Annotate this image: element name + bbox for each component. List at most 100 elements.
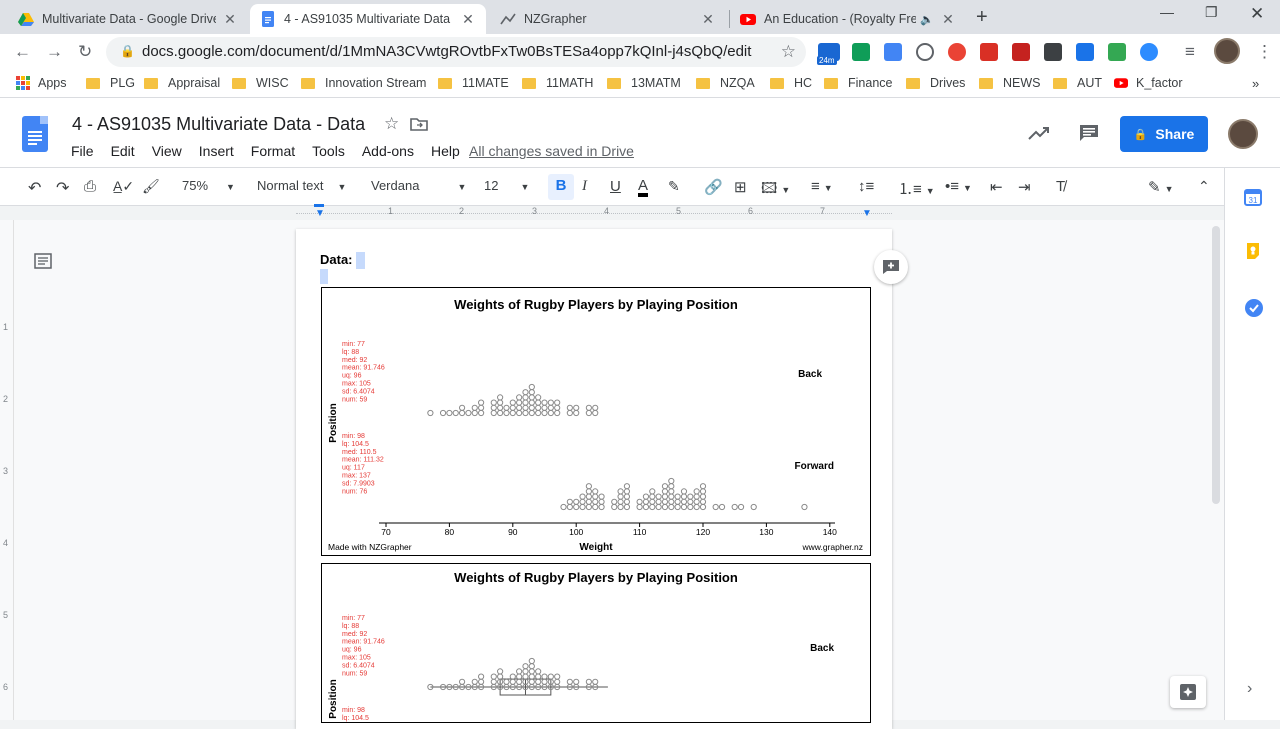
tasks-icon[interactable] [1244, 298, 1264, 318]
add-comment-button[interactable] [874, 250, 908, 284]
left-indent-marker[interactable]: ▼ [315, 208, 325, 219]
extension-icon[interactable] [916, 43, 934, 61]
line-spacing-icon[interactable]: ↕≡ [858, 178, 874, 195]
speaker-icon[interactable]: 🔈 [920, 13, 934, 26]
bookmark-folder[interactable]: Innovation Stream [301, 76, 426, 90]
back-icon[interactable]: ← [14, 42, 31, 62]
explore-button[interactable] [1170, 676, 1206, 708]
bookmark-folder[interactable]: 11MATH [522, 76, 593, 90]
paint-format-icon[interactable]: 🖌 [142, 178, 160, 195]
editing-mode-icon[interactable]: ✎ ▼ [1148, 178, 1174, 196]
undo-icon[interactable]: ↶ [28, 178, 41, 198]
reload-icon[interactable]: ↻ [78, 42, 92, 62]
menu-insert[interactable]: Insert [199, 143, 234, 159]
bold-button[interactable]: B [548, 174, 574, 200]
body-heading[interactable]: Data: [320, 252, 353, 267]
close-tab-icon[interactable]: ✕ [700, 11, 716, 28]
chrome-menu-icon[interactable]: ⋮ [1256, 42, 1273, 62]
address-bar[interactable]: 🔒 docs.google.com/document/d/1MmNA3CVwtg… [106, 37, 806, 67]
bookmark-folder[interactable]: AUT [1053, 76, 1102, 90]
style-select[interactable]: Normal text ▼ [257, 178, 346, 193]
calendar-icon[interactable]: 31 [1244, 188, 1262, 206]
tab-google-docs[interactable]: 4 - AS91035 Multivariate Data - D ✕ [250, 4, 486, 34]
star-icon[interactable]: ☆ [384, 114, 399, 134]
font-select[interactable]: Verdana ▼ [371, 178, 466, 193]
save-status[interactable]: All changes saved in Drive [469, 143, 634, 159]
document-outline-icon[interactable] [34, 252, 52, 270]
highlight-color-icon[interactable]: ✎ [668, 178, 680, 195]
menu-help[interactable]: Help [431, 143, 460, 159]
bookmark-k-factor[interactable]: K_factor [1114, 76, 1183, 90]
tab-youtube[interactable]: An Education - (Royalty Free 🔈 ✕ [730, 4, 966, 34]
move-to-folder-icon[interactable] [410, 117, 428, 131]
bookmark-star-icon[interactable]: ☆ [781, 42, 796, 62]
align-icon[interactable]: ≡ ▼ [811, 178, 833, 195]
menu-add-ons[interactable]: Add-ons [362, 143, 414, 159]
add-comment-icon[interactable]: ⊞ [734, 178, 747, 196]
close-tab-icon[interactable]: ✕ [940, 11, 956, 28]
extension-icon[interactable] [884, 43, 902, 61]
bookmark-folder[interactable]: Finance [824, 76, 892, 90]
right-indent-marker[interactable]: ▼ [862, 208, 872, 219]
document-title[interactable]: 4 - AS91035 Multivariate Data - Data [72, 114, 365, 135]
spellcheck-icon[interactable]: A̲✓ [113, 178, 134, 195]
extension-icon[interactable] [948, 43, 966, 61]
zoom-select[interactable]: 75% ▼ [182, 178, 235, 193]
clear-formatting-icon[interactable]: T̸ [1056, 178, 1065, 195]
extension-icon[interactable] [980, 43, 998, 61]
tab-nzgrapher[interactable]: NZGrapher ✕ [490, 4, 726, 34]
bookmarks-overflow-icon[interactable]: » [1252, 76, 1259, 91]
close-tab-icon[interactable]: ✕ [222, 11, 238, 28]
close-window-button[interactable]: ✕ [1250, 4, 1264, 24]
activity-trend-icon[interactable] [1028, 126, 1050, 140]
text-color-button[interactable]: A [638, 178, 649, 197]
vertical-scrollbar[interactable] [1212, 226, 1220, 504]
forward-icon[interactable]: → [46, 42, 63, 62]
bulleted-list-icon[interactable]: •≡ ▼ [945, 178, 972, 195]
media-icon[interactable]: ≡ [1185, 42, 1195, 62]
minimize-button[interactable]: — [1160, 4, 1174, 20]
new-tab-button[interactable]: + [976, 6, 988, 29]
google-docs-logo-icon[interactable] [22, 116, 48, 152]
bookmark-folder[interactable]: Appraisal [144, 76, 220, 90]
bookmark-apps[interactable]: Apps [16, 76, 67, 90]
bookmark-folder[interactable]: HC [770, 76, 812, 90]
sheets-extension-icon[interactable] [852, 43, 870, 61]
increase-indent-icon[interactable]: ⇥ [1018, 178, 1031, 196]
bookmark-folder[interactable]: 11MATE [438, 76, 509, 90]
comments-icon[interactable] [1079, 124, 1099, 142]
chart-image-1[interactable]: Weights of Rugby Players by Playing Posi… [321, 287, 871, 556]
italic-button[interactable]: I [582, 178, 587, 195]
extension-icon[interactable] [1108, 43, 1126, 61]
bookmark-folder[interactable]: PLG [86, 76, 135, 90]
bookmark-folder[interactable]: Drives [906, 76, 965, 90]
underline-button[interactable]: U [610, 178, 621, 195]
bookmark-folder[interactable]: WISC [232, 76, 289, 90]
menu-tools[interactable]: Tools [312, 143, 345, 159]
numbered-list-icon[interactable]: ⒈≡ ▼ [898, 178, 935, 199]
zoom-extension-icon[interactable] [1140, 43, 1158, 61]
extension-icon[interactable] [1044, 43, 1062, 61]
share-button[interactable]: 🔒 Share [1120, 116, 1208, 152]
decrease-indent-icon[interactable]: ⇤ [990, 178, 1003, 196]
account-avatar[interactable] [1228, 119, 1258, 149]
restore-button[interactable]: ❐ [1205, 4, 1218, 21]
print-icon[interactable]: ⎙ [84, 178, 96, 195]
insert-image-icon[interactable]: 🖾 ▼ [761, 178, 790, 203]
keep-icon[interactable] [1244, 242, 1262, 260]
first-line-indent-marker[interactable] [314, 204, 324, 207]
chart-image-2[interactable]: Weights of Rugby Players by Playing Posi… [321, 563, 871, 723]
close-tab-icon[interactable]: ✕ [460, 11, 476, 28]
menu-file[interactable]: File [71, 143, 94, 159]
menu-format[interactable]: Format [251, 143, 295, 159]
insert-link-icon[interactable]: 🔗 [704, 178, 723, 196]
tab-google-drive[interactable]: Multivariate Data - Google Drive ✕ [8, 4, 248, 34]
menu-view[interactable]: View [152, 143, 182, 159]
font-size-select[interactable]: 12 ▼ [484, 178, 529, 193]
pdf-extension-icon[interactable] [1012, 43, 1030, 61]
extension-icon[interactable] [1076, 43, 1094, 61]
bookmark-folder[interactable]: 13MATM [607, 76, 681, 90]
menu-edit[interactable]: Edit [111, 143, 135, 159]
collapse-toolbar-icon[interactable]: ⌃ [1198, 178, 1210, 195]
expand-panel-icon[interactable]: › [1247, 680, 1252, 698]
